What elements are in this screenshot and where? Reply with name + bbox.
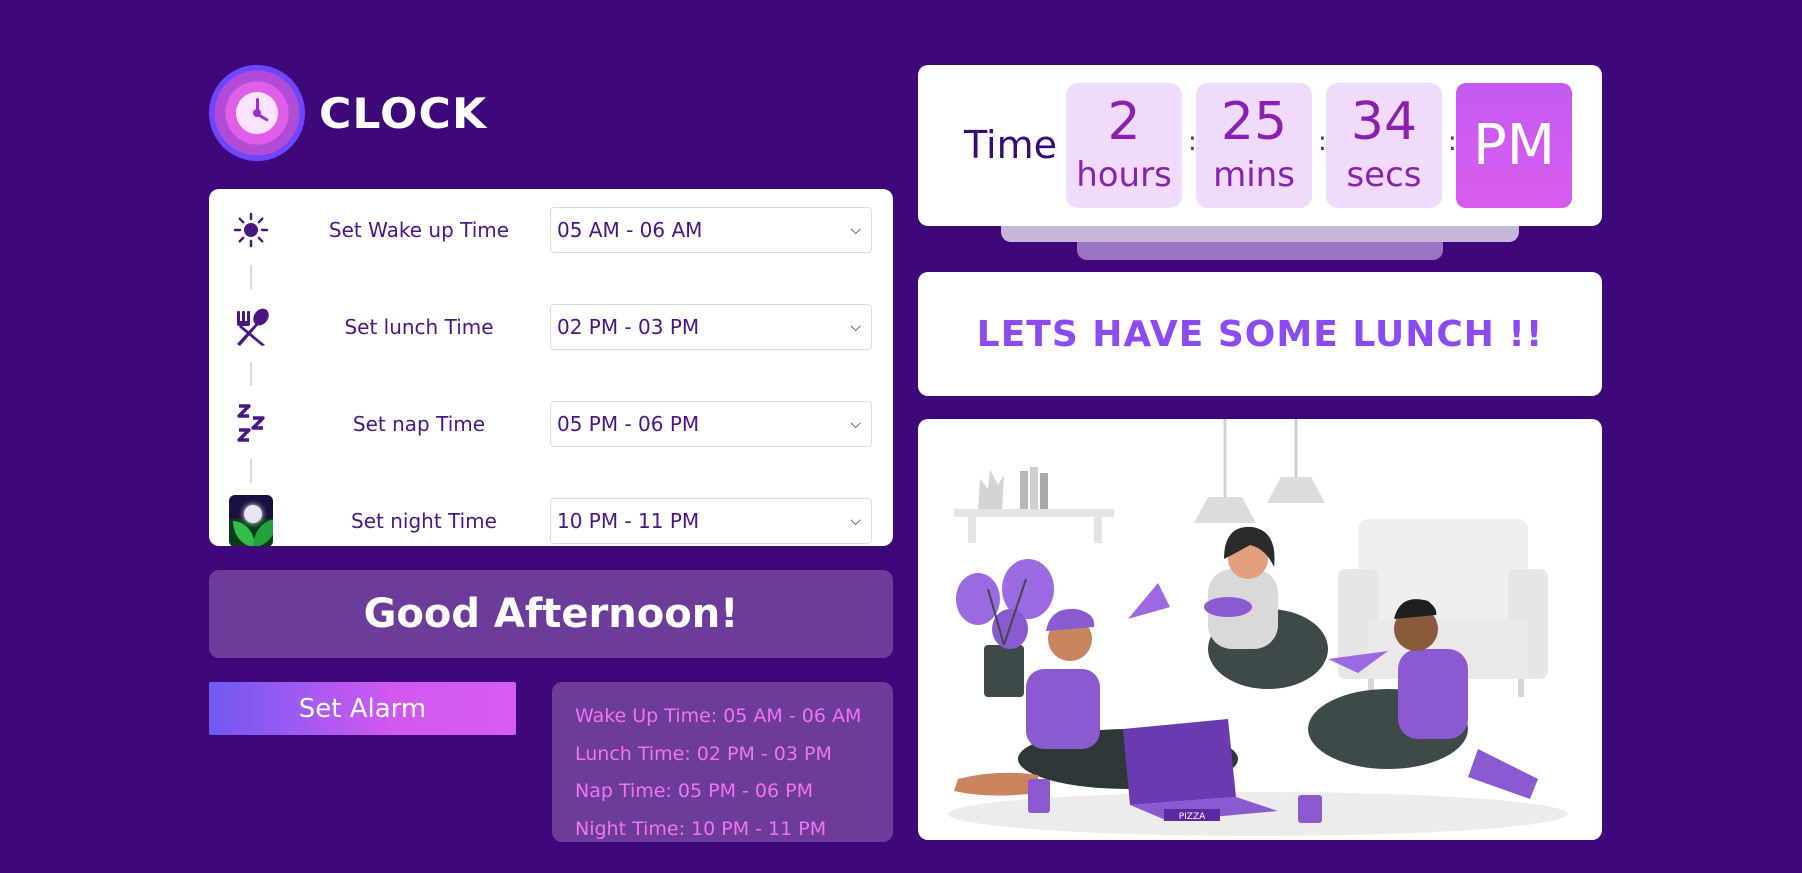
lunch-label: Set lunch Time [344, 315, 494, 339]
app-logo: CLOCK [209, 65, 486, 161]
schedule-row-lunch: Set lunch Time 02 PM - 03 PM ⌵ [209, 297, 893, 357]
schedule-panel: Set Wake up Time 05 AM - 06 AM ⌵ Set lunc… [209, 189, 893, 546]
summary-wakeup: Wake Up Time: 05 AM - 06 AM [575, 705, 862, 727]
nap-label: Set nap Time [352, 412, 486, 436]
seconds-unit: secs [1346, 155, 1422, 195]
chevron-down-icon: ⌵ [850, 222, 861, 238]
chevron-down-icon: ⌵ [850, 319, 861, 335]
app-title: CLOCK [318, 88, 488, 138]
pizza-box-label: PIZZA [1179, 812, 1206, 822]
schedule-row-nap: Set nap Time 05 PM - 06 PM ⌵ [209, 394, 893, 454]
summary-nap: Nap Time: 05 PM - 06 PM [575, 780, 813, 802]
schedule-row-wakeup: Set Wake up Time 05 AM - 06 AM ⌵ [209, 200, 893, 260]
connector-line [250, 459, 252, 483]
period-indicator: PM [1456, 83, 1572, 208]
night-time-select[interactable]: 10 PM - 11 PM ⌵ [550, 498, 872, 544]
hours-box: 2 hours [1066, 83, 1182, 208]
seconds-box: 34 secs [1326, 83, 1442, 208]
sun-icon [229, 208, 273, 252]
alarm-summary: Wake Up Time: 05 AM - 06 AM Lunch Time: … [552, 682, 893, 842]
wakeup-time-select[interactable]: 05 AM - 06 AM ⌵ [550, 207, 872, 253]
hours-unit: hours [1076, 155, 1172, 195]
clock-card: Time 2 hours : 25 mins : 34 secs : PM [918, 65, 1602, 226]
clock-icon [209, 65, 305, 161]
set-alarm-button[interactable]: Set Alarm [209, 682, 516, 735]
seconds-value: 34 [1350, 92, 1418, 152]
wakeup-label: Set Wake up Time [328, 218, 510, 242]
minutes-unit: mins [1213, 155, 1295, 195]
summary-night: Night Time: 10 PM - 11 PM [575, 817, 827, 840]
nap-time-select[interactable]: 05 PM - 06 PM ⌵ [550, 401, 872, 447]
lunch-time-select[interactable]: 02 PM - 03 PM ⌵ [550, 304, 872, 350]
fork-spoon-icon [229, 305, 273, 349]
hours-value: 2 [1107, 92, 1141, 152]
minutes-value: 25 [1220, 92, 1288, 152]
connector-line [250, 362, 252, 386]
zzz-icon [229, 402, 273, 446]
schedule-row-night: Set night Time 10 PM - 11 PM ⌵ [209, 491, 893, 546]
minutes-box: 25 mins [1196, 83, 1312, 208]
lunch-illustration: PIZZA [918, 419, 1602, 840]
activity-message: LETS HAVE SOME LUNCH !! [918, 272, 1602, 396]
summary-lunch: Lunch Time: 02 PM - 03 PM [575, 742, 832, 765]
connector-line [250, 265, 252, 289]
moon-night-icon [229, 495, 273, 546]
chevron-down-icon: ⌵ [850, 513, 861, 529]
time-label: Time [964, 123, 1057, 167]
night-label: Set night Time [351, 509, 497, 533]
greeting-banner: Good Afternoon! [209, 570, 893, 658]
chevron-down-icon: ⌵ [850, 416, 861, 432]
